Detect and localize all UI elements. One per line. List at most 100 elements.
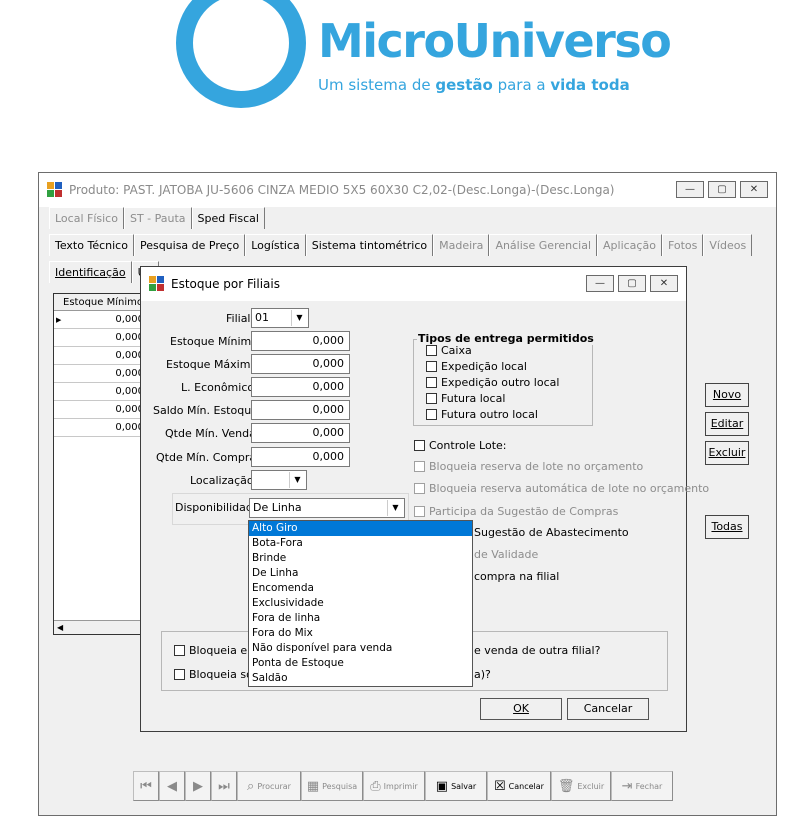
localizacao-label: Localização: — [190, 474, 258, 487]
filial-label: Filial: — [226, 312, 255, 325]
editar-button[interactable]: Editar — [705, 412, 749, 436]
close-icon[interactable]: ✕ — [650, 275, 678, 292]
excluir-side-button[interactable]: Excluir — [705, 441, 749, 465]
localizacao-select[interactable]: ▼ — [251, 470, 307, 490]
dropdown-option-ponta-estoque[interactable]: Ponta de Estoque — [249, 656, 472, 671]
entrega-expedicao-outro-checkbox[interactable]: Expedição outro local — [426, 376, 559, 389]
imprimir-button[interactable]: ⎙ Imprimir — [363, 771, 425, 801]
tab-pesquisa-preco[interactable]: Pesquisa de Preço — [133, 234, 246, 256]
brand-logo-ring-icon — [176, 0, 306, 108]
nav-toolbar: ⏮ ◀ ▶ ⏭ ⌕ Procurar ▦ Pesquisa ⎙ Imprimir ▣ S… — [133, 771, 673, 801]
participa-sugestao-checkbox[interactable]: Participa da Sugestão de Compras — [414, 505, 618, 518]
dropdown-option-brinde[interactable]: Brinde — [249, 551, 472, 566]
entrega-futura-local-checkbox[interactable]: Futura local — [426, 392, 505, 405]
tab-identificacao[interactable]: Identificação — [49, 261, 132, 283]
table-row[interactable]: ▶ 0,000 — [54, 311, 146, 329]
qtde-min-compra-label: Qtde Mín. Compra: — [156, 451, 260, 464]
product-window-titlebar[interactable]: Produto: PAST. JATOBA JU-5606 CINZA MEDI… — [39, 173, 776, 207]
maximize-icon[interactable]: ▢ — [708, 181, 736, 198]
cancelar-toolbar-button[interactable]: ☒ Cancelar — [487, 771, 551, 801]
window-title: Produto: PAST. JATOBA JU-5606 CINZA MEDI… — [69, 183, 615, 197]
disponibilidade-dropdown-list[interactable]: Alto Giro Bota-Fora Brinde De Linha Enco… — [248, 520, 473, 687]
next-record-icon[interactable]: ▶ — [185, 771, 211, 801]
table-row[interactable]: 0,000 — [54, 347, 146, 365]
brand-banner: MicroUniverso Um sistema de gestão para … — [0, 0, 793, 160]
dropdown-option-nao-disponivel[interactable]: Não disponível para venda — [249, 641, 472, 656]
saldo-min-field[interactable]: 0,000 — [251, 400, 350, 420]
tab-videos[interactable]: Vídeos — [703, 234, 753, 256]
tab-logistica[interactable]: Logística — [245, 234, 306, 256]
validade-label: de Validade — [474, 548, 539, 561]
bloqueia-entr-label-end: e venda de outra filial? — [474, 644, 601, 657]
disponibilidade-select[interactable]: De Linha ▼ — [249, 498, 405, 518]
entrega-expedicao-local-checkbox[interactable]: Expedição local — [426, 360, 527, 373]
cancel-icon: ☒ — [494, 778, 506, 794]
tab-madeira[interactable]: Madeira — [433, 234, 490, 256]
dropdown-option-de-linha[interactable]: De Linha — [249, 566, 472, 581]
tab-local-fisico[interactable]: Local Físico — [49, 207, 124, 229]
brand-title: MicroUniverso — [318, 14, 672, 68]
entrega-caixa-checkbox[interactable]: Caixa — [426, 344, 472, 357]
stock-grid[interactable]: Estoque Mínimo ▶ 0,000 0,000 0,000 0,000 … — [53, 293, 147, 635]
dropdown-option-alto-giro[interactable]: Alto Giro — [249, 521, 472, 536]
dropdown-option-exclusividade[interactable]: Exclusividade — [249, 596, 472, 611]
tab-fotos[interactable]: Fotos — [661, 234, 704, 256]
entrega-futura-outro-checkbox[interactable]: Futura outro local — [426, 408, 538, 421]
dialog-titlebar[interactable]: Estoque por Filiais — ▢ ✕ — [141, 267, 686, 301]
todas-button[interactable]: Todas — [705, 515, 749, 539]
table-row[interactable]: 0,000 — [54, 383, 146, 401]
grid-scrollbar[interactable]: ◀ — [54, 620, 146, 634]
chevron-down-icon: ▼ — [387, 500, 403, 516]
tab-analise-gerencial[interactable]: Análise Gerencial — [489, 234, 597, 256]
table-row[interactable]: 0,000 — [54, 419, 146, 437]
prev-record-icon[interactable]: ◀ — [159, 771, 185, 801]
grid-header-estoque-minimo: Estoque Mínimo — [54, 294, 146, 311]
dropdown-option-bota-fora[interactable]: Bota-Fora — [249, 536, 472, 551]
pesquisa-button[interactable]: ▦ Pesquisa — [301, 771, 363, 801]
tab-aplicacao[interactable]: Aplicação — [597, 234, 662, 256]
table-row[interactable]: 0,000 — [54, 365, 146, 383]
filial-select[interactable]: 01 ▼ — [251, 308, 309, 328]
chevron-down-icon: ▼ — [291, 310, 307, 326]
first-record-icon[interactable]: ⏮ — [133, 771, 159, 801]
minimize-icon[interactable]: — — [586, 275, 614, 292]
l-economico-field[interactable]: 0,000 — [251, 377, 350, 397]
qtde-min-compra-field[interactable]: 0,000 — [251, 447, 350, 467]
trash-icon: 🗑 — [557, 778, 575, 794]
printer-icon: ⎙ — [370, 778, 381, 794]
dropdown-option-encomenda[interactable]: Encomenda — [249, 581, 472, 596]
excluir-toolbar-button[interactable]: 🗑 Excluir — [551, 771, 611, 801]
procurar-button[interactable]: ⌕ Procurar — [237, 771, 301, 801]
tab-sistema-tintometrico[interactable]: Sistema tintométrico — [305, 234, 434, 256]
row-pointer-icon: ▶ — [56, 316, 62, 324]
estoque-minimo-field[interactable]: 0,000 — [251, 331, 350, 351]
tab-texto-tecnico[interactable]: Texto Técnico — [49, 234, 134, 256]
brand-tagline: Um sistema de gestão para a vida toda — [318, 76, 630, 94]
table-row[interactable]: 0,000 — [54, 401, 146, 419]
sugestao-abastecimento-label: Sugestão de Abastecimento — [474, 526, 629, 539]
qtde-min-venda-field[interactable]: 0,000 — [251, 423, 350, 443]
fechar-button[interactable]: ⇥ Fechar — [611, 771, 673, 801]
novo-button[interactable]: Novo — [705, 383, 749, 407]
estoque-maximo-label: Estoque Máximo: — [166, 358, 261, 371]
maximize-icon[interactable]: ▢ — [618, 275, 646, 292]
door-exit-icon: ⇥ — [621, 778, 633, 794]
ok-button[interactable]: OK — [480, 698, 562, 720]
tab-sped-fiscal[interactable]: Sped Fiscal — [191, 207, 265, 229]
estoque-maximo-field[interactable]: 0,000 — [251, 354, 350, 374]
dropdown-option-fora-do-mix[interactable]: Fora do Mix — [249, 626, 472, 641]
dropdown-option-saldao[interactable]: Saldão — [249, 671, 472, 686]
last-record-icon[interactable]: ⏭ — [211, 771, 237, 801]
controle-lote-checkbox[interactable]: Controle Lote: — [414, 439, 506, 452]
floppy-icon: ▣ — [435, 778, 449, 794]
close-icon[interactable]: ✕ — [740, 181, 768, 198]
estoque-minimo-label: Estoque Mínimo: — [170, 335, 262, 348]
cancelar-button[interactable]: Cancelar — [567, 698, 649, 720]
salvar-button[interactable]: ▣ Salvar — [425, 771, 487, 801]
bloqueia-reserva-checkbox[interactable]: Bloqueia reserva de lote no orçamento — [414, 460, 643, 473]
tab-st-pauta[interactable]: ST - Pauta — [123, 207, 192, 229]
bloqueia-reserva-auto-checkbox[interactable]: Bloqueia reserva automática de lote no o… — [414, 482, 709, 495]
table-row[interactable]: 0,000 — [54, 329, 146, 347]
minimize-icon[interactable]: — — [676, 181, 704, 198]
dropdown-option-fora-de-linha[interactable]: Fora de linha — [249, 611, 472, 626]
